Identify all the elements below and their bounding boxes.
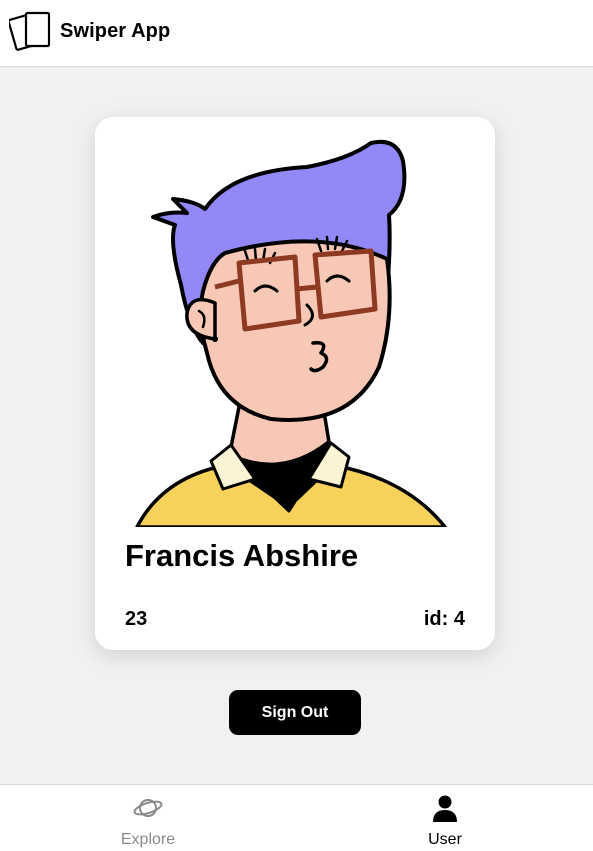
planet-icon	[133, 799, 163, 817]
profile-id: id: 4	[423, 608, 465, 630]
app-header: Swiper App	[0, 0, 593, 67]
tab-user[interactable]: User	[297, 785, 593, 851]
profile-card: Francis Abshire 23 id: 4	[95, 117, 495, 650]
sign-out-button[interactable]: Sign Out	[229, 690, 361, 735]
tab-explore[interactable]: Explore	[0, 785, 296, 851]
tab-user-label: User	[428, 831, 462, 848]
profile-name: Francis Abshire	[125, 538, 359, 573]
app-title: Swiper App	[60, 20, 171, 42]
profile-age: 23	[125, 608, 148, 630]
bottom-tab-bar: Explore User	[0, 784, 593, 851]
user-icon	[433, 795, 457, 822]
app-root: Swiper App Francis Abshire 23 id: 4 Sign…	[0, 0, 593, 851]
tab-explore-label: Explore	[120, 831, 176, 848]
cards-icon	[9, 11, 51, 51]
profile-avatar	[135, 139, 447, 527]
